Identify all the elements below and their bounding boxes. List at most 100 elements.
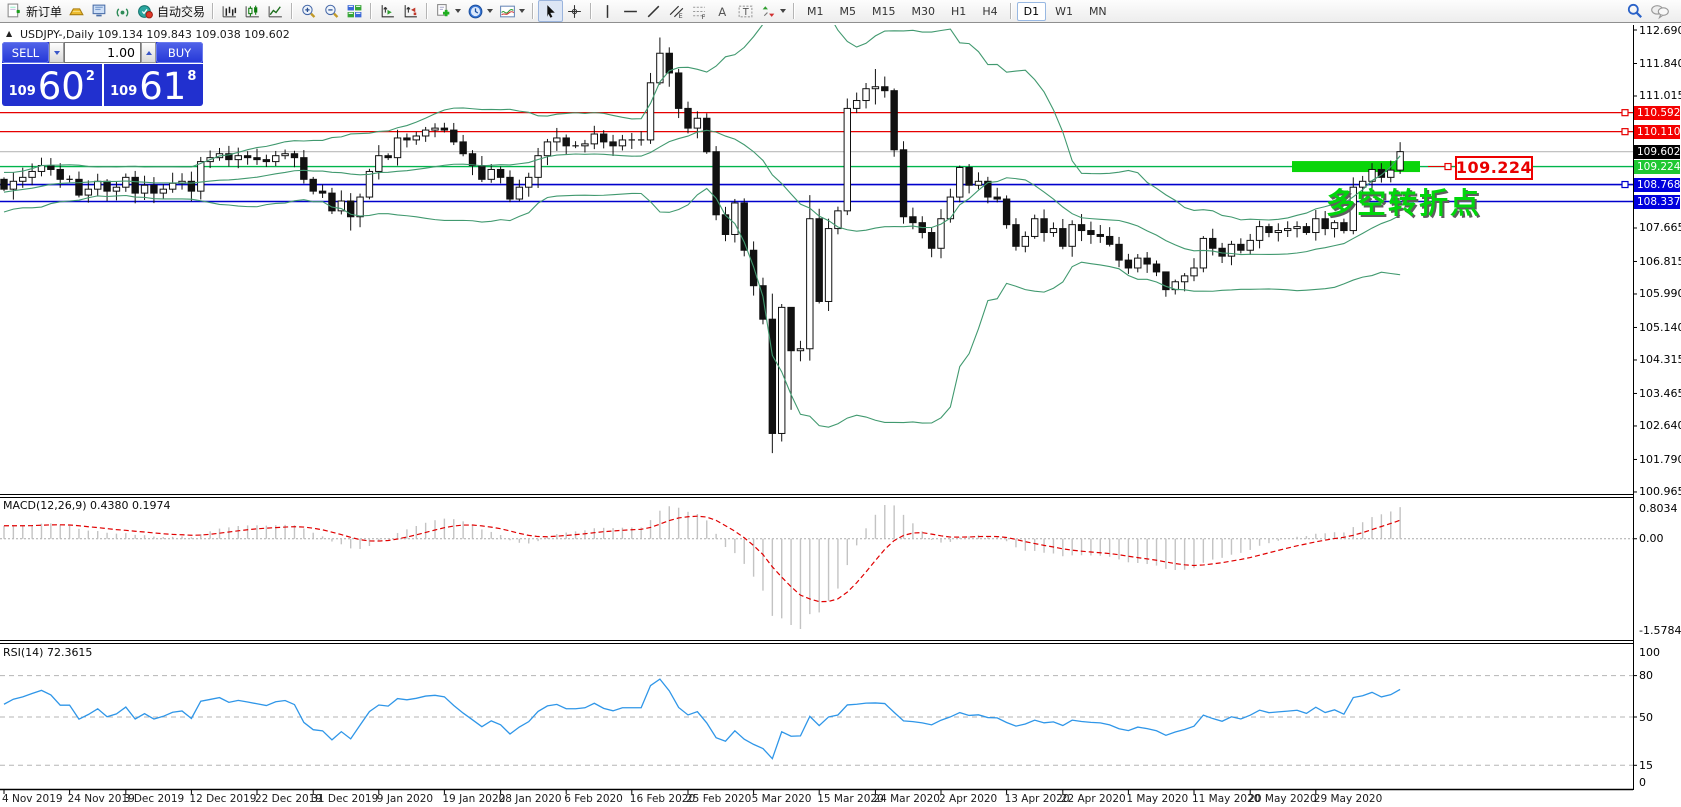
new-order-icon xyxy=(6,3,23,20)
equidistant-channel-icon: E xyxy=(668,3,685,20)
buy-price-sup: 8 xyxy=(187,69,196,84)
timeframe-button-M1[interactable]: M1 xyxy=(800,2,831,21)
timeframe-button-MN[interactable]: MN xyxy=(1082,2,1114,21)
text-tool[interactable]: A xyxy=(711,1,734,21)
sell-button[interactable]: SELL xyxy=(2,42,49,63)
chart-autoscroll-icon xyxy=(402,3,419,20)
vertical-line-tool[interactable] xyxy=(596,1,619,21)
timeframe-button-M15[interactable]: M15 xyxy=(865,2,903,21)
toolbar-separator xyxy=(370,3,372,19)
macd-axis-max: 0.8034 xyxy=(1639,502,1678,515)
gold-bar-icon xyxy=(68,3,85,20)
svg-text:T: T xyxy=(742,7,749,18)
new-order-label: 新订单 xyxy=(26,3,62,20)
volume-input[interactable] xyxy=(64,42,141,63)
date-label: 9 Jan 2020 xyxy=(377,793,433,805)
svg-text:F: F xyxy=(702,12,706,19)
buy-price-panel[interactable]: 109 61 8 xyxy=(104,64,204,106)
fibonacci-tool[interactable]: F xyxy=(688,1,711,21)
zoom-out-button[interactable] xyxy=(320,1,343,21)
date-label: 24 Mar 2020 xyxy=(873,793,940,805)
price-badge-108.337: 108.337 xyxy=(1634,195,1680,209)
tile-windows-button[interactable] xyxy=(343,1,366,21)
toolbar-separator xyxy=(212,3,214,19)
one-click-trading-panel: SELL BUY 109 60 2 109 61 8 xyxy=(2,42,203,106)
volume-down-icon xyxy=(54,51,60,55)
timeframe-group: M1M5M15M30H1H4 D1W1MN xyxy=(799,2,1115,21)
trendline-tool[interactable] xyxy=(642,1,665,21)
chart-autoscroll-button[interactable] xyxy=(399,1,422,21)
sell-price-handle: 109 xyxy=(9,85,36,98)
trendline-icon xyxy=(645,3,662,20)
line-chart-button[interactable] xyxy=(264,1,287,21)
gold-button[interactable] xyxy=(65,1,88,21)
signals-button[interactable] xyxy=(111,1,134,21)
date-label: 4 Nov 2019 xyxy=(2,793,63,805)
toolbar-separator xyxy=(793,3,795,19)
date-label: 1 May 2020 xyxy=(1126,793,1188,805)
sell-price-panel[interactable]: 109 60 2 xyxy=(2,64,104,106)
timeframe-button-D1[interactable]: D1 xyxy=(1017,2,1046,21)
tile-windows-icon xyxy=(346,3,363,20)
mt4-terminal: 新订单 自动交易 xyxy=(0,0,1681,807)
search-button[interactable] xyxy=(1623,1,1647,21)
text-label-icon: T xyxy=(737,3,754,20)
date-label: 5 Mar 2020 xyxy=(752,793,812,805)
price-badge-109.602: 109.602 xyxy=(1634,145,1680,159)
toolbar-separator xyxy=(291,3,293,19)
new-chart-caret xyxy=(455,9,461,13)
fibonacci-icon: F xyxy=(691,3,708,20)
volume-down-button[interactable] xyxy=(49,42,64,63)
date-label: 29 May 2020 xyxy=(1314,793,1382,805)
rsi-level-50: 50 xyxy=(1639,711,1653,724)
arrows-tool[interactable] xyxy=(757,1,789,21)
new-order-button[interactable]: 新订单 xyxy=(3,1,65,21)
horizontal-line-tool[interactable] xyxy=(619,1,642,21)
date-label: 31 Dec 2019 xyxy=(311,793,378,805)
horizontal-line-icon xyxy=(622,3,639,20)
terminal-button[interactable] xyxy=(88,1,111,21)
rsi-label: RSI(14) 72.3615 xyxy=(3,646,92,659)
vertical-line-icon xyxy=(599,3,616,20)
rsi-axis-100: 100 xyxy=(1639,646,1660,659)
bar-chart-button[interactable] xyxy=(218,1,241,21)
arrows-caret xyxy=(780,9,786,13)
period-button[interactable] xyxy=(464,1,496,21)
timeframe-button-W1[interactable]: W1 xyxy=(1048,2,1080,21)
buy-button[interactable]: BUY xyxy=(156,42,203,63)
community-button[interactable] xyxy=(1647,1,1673,21)
one-click-collapse-icon[interactable]: ▲ xyxy=(6,29,12,38)
price-tag-annotation[interactable]: 109.224 xyxy=(1455,156,1533,180)
svg-text:E: E xyxy=(679,11,683,19)
chinese-note-annotation[interactable]: 多空转折点 xyxy=(1326,180,1481,222)
new-chart-button[interactable] xyxy=(432,1,464,21)
rsi-axis-0: 0 xyxy=(1639,776,1646,789)
line-chart-icon xyxy=(267,3,284,20)
candlestick-button[interactable] xyxy=(241,1,264,21)
indicators-caret xyxy=(519,9,525,13)
timeframe-button-M5[interactable]: M5 xyxy=(833,2,864,21)
crosshair-button[interactable] xyxy=(563,1,586,21)
indicators-button[interactable] xyxy=(496,1,528,21)
search-icon xyxy=(1626,2,1644,20)
price-tick-100.965: 100.965 xyxy=(1639,485,1681,498)
text-label-tool[interactable]: T xyxy=(734,1,757,21)
chart-plot-area[interactable] xyxy=(0,25,1633,790)
autotrading-button[interactable]: 自动交易 xyxy=(134,1,208,21)
candlestick-icon xyxy=(244,3,261,20)
date-label: 19 Jan 2020 xyxy=(442,793,505,805)
date-label: 2 Apr 2020 xyxy=(939,793,997,805)
timeframe-button-H1[interactable]: H1 xyxy=(944,2,973,21)
svg-text:A: A xyxy=(718,4,726,18)
zoom-in-button[interactable] xyxy=(297,1,320,21)
timeframe-button-M30[interactable]: M30 xyxy=(905,2,943,21)
channel-tool[interactable]: E xyxy=(665,1,688,21)
volume-up-button[interactable] xyxy=(141,42,156,63)
toolbar-separator xyxy=(590,3,592,19)
toolbar-separator xyxy=(426,3,428,19)
timeframe-button-H4[interactable]: H4 xyxy=(975,2,1004,21)
cursor-button[interactable] xyxy=(538,0,563,22)
period-caret xyxy=(487,9,493,13)
chart-shift-button[interactable] xyxy=(376,1,399,21)
price-tick-107.665: 107.665 xyxy=(1639,221,1681,234)
